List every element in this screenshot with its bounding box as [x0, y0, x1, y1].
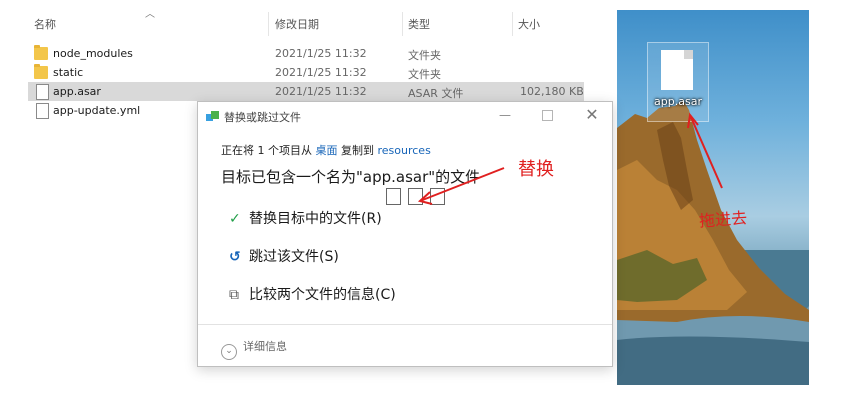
dialog-titlebar[interactable]: 替换或跳过文件 — ✕ [198, 102, 612, 130]
destination-link[interactable]: resources [378, 144, 431, 157]
skip-icon: ↺ [229, 249, 241, 265]
placeholder-box [408, 188, 423, 205]
compare-icon: ⧉ [229, 287, 239, 303]
dialog-title: 替换或跳过文件 [224, 111, 301, 124]
column-divider[interactable] [268, 12, 269, 36]
file-type: 文件夹 [408, 68, 441, 81]
column-divider[interactable] [512, 12, 513, 36]
skip-file-option[interactable]: ↺ 跳过该文件(S) [229, 246, 339, 266]
file-type: 文件夹 [408, 49, 441, 62]
file-name: node_modules [53, 47, 133, 60]
chevron-down-icon: ⌄ [221, 344, 237, 360]
option-label: 比较两个文件的信息(C) [249, 287, 396, 303]
column-header-size[interactable]: 大小 [518, 16, 540, 32]
replace-file-option[interactable]: ✓ 替换目标中的文件(R) [229, 208, 382, 228]
file-type: ASAR 文件 [408, 87, 464, 100]
file-icon [36, 103, 49, 119]
file-date: 2021/1/25 11:32 [275, 66, 367, 79]
file-row-static[interactable]: static 2021/1/25 11:32 文件夹 [28, 63, 584, 82]
copy-status-line: 正在将 1 个项目从 桌面 复制到 resources [221, 142, 431, 158]
column-header-name[interactable]: 名称 [34, 16, 56, 32]
copy-middle: 复制到 [337, 144, 378, 157]
source-link[interactable]: 桌面 [316, 144, 338, 157]
checkmark-icon: ✓ [229, 211, 241, 227]
file-row-app-asar[interactable]: app.asar 2021/1/25 11:32 ASAR 文件 102,180… [28, 82, 584, 101]
desktop-wallpaper: app.asar 拖进去 [617, 10, 809, 385]
folder-icon [34, 45, 48, 60]
desktop-file-app-asar[interactable]: app.asar [647, 42, 709, 122]
file-name: app.asar [53, 85, 101, 98]
option-label: 跳过该文件(S) [249, 249, 339, 265]
close-button[interactable]: ✕ [582, 105, 602, 125]
file-row-node-modules[interactable]: node_modules 2021/1/25 11:32 文件夹 [28, 44, 584, 63]
file-icon [661, 50, 693, 90]
file-date: 2021/1/25 11:32 [275, 47, 367, 60]
desktop-file-label: app.asar [654, 95, 702, 108]
compare-files-option[interactable]: ⧉ 比较两个文件的信息(C) [229, 284, 396, 304]
more-details-toggle[interactable]: ⌄ 详细信息 [221, 338, 287, 360]
column-header-type[interactable]: 类型 [408, 16, 430, 32]
replace-or-skip-dialog: 替换或跳过文件 — ✕ 正在将 1 个项目从 桌面 复制到 resources … [197, 101, 613, 367]
placeholder-box [430, 188, 445, 205]
details-label: 详细信息 [243, 340, 287, 353]
placeholder-box [386, 188, 401, 205]
conflict-message: 目标已包含一个名为"app.asar"的文件 [221, 168, 481, 186]
sort-up-icon: ︿ [145, 9, 155, 20]
copy-prefix: 正在将 1 个项目从 [221, 144, 316, 157]
maximize-button[interactable] [542, 110, 553, 121]
file-size: 102,180 KB [520, 85, 584, 98]
cliff-landscape [617, 100, 809, 385]
file-date: 2021/1/25 11:32 [275, 85, 367, 98]
minimize-button[interactable]: — [498, 108, 512, 122]
option-label: 替换目标中的文件(R) [249, 211, 382, 227]
replace-annotation: 替换 [518, 159, 554, 180]
divider [198, 324, 612, 325]
file-name: static [53, 66, 84, 79]
copy-icon [206, 111, 219, 122]
folder-icon [34, 64, 48, 79]
file-name: app-update.yml [53, 104, 141, 117]
column-divider[interactable] [402, 12, 403, 36]
column-header-date[interactable]: 修改日期 [275, 16, 319, 32]
file-icon [36, 84, 49, 100]
drag-in-annotation: 拖进去 [698, 208, 748, 231]
